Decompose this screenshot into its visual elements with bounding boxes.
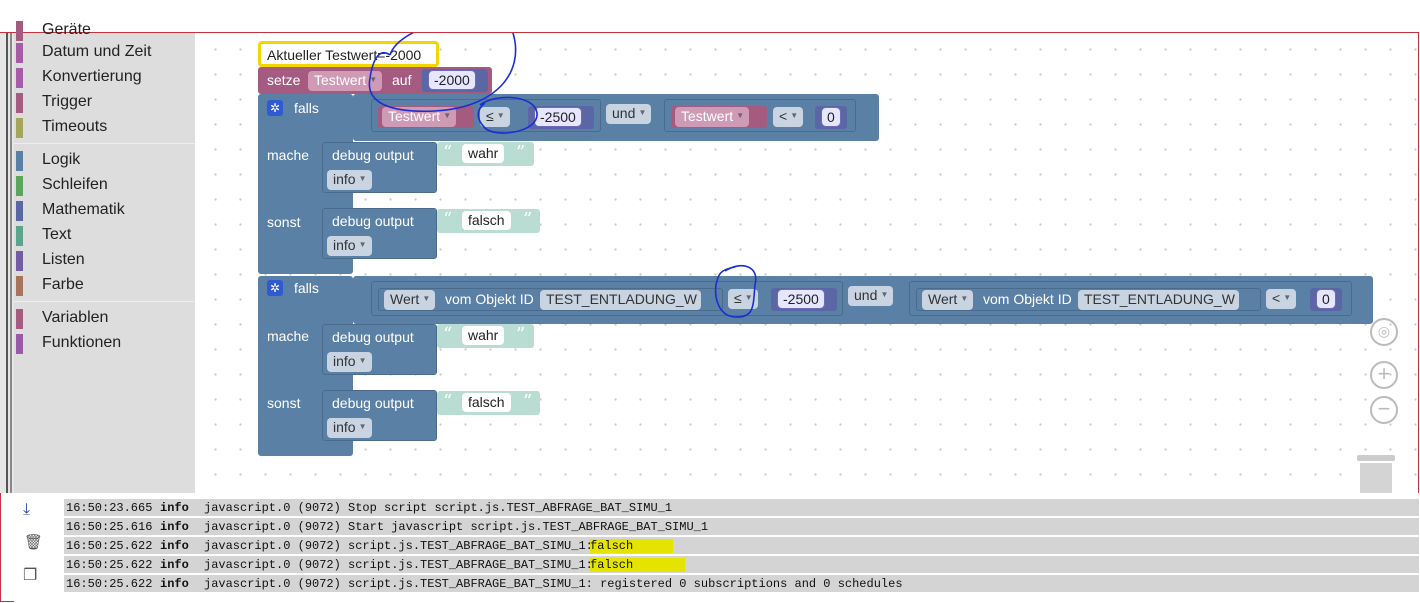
log-row: 16:50:25.622 info javascript.0 (9072) sc… [64, 556, 1419, 573]
toolbox-item-trigger[interactable]: Trigger [14, 92, 195, 114]
log-message: javascript.0 (9072) Start javascript scr… [204, 520, 709, 534]
toolbox-item-variablen[interactable]: Variablen [14, 308, 195, 330]
log-level: info [160, 577, 189, 591]
toolbox-item-text[interactable]: Text [14, 225, 195, 247]
log-panel: ⤓ 🗑 ❐ 16:50:23.665 info javascript.0 (90… [14, 493, 1419, 602]
log-message: javascript.0 (9072) Stop script script.j… [204, 501, 673, 515]
log-row: 16:50:25.616 info javascript.0 (9072) St… [64, 518, 1419, 535]
toolbox-separator [14, 143, 195, 144]
category-swatch [16, 68, 23, 88]
toolbox-item-listen[interactable]: Listen [14, 250, 195, 272]
toolbox-item-schleifen[interactable]: Schleifen [14, 175, 195, 197]
category-swatch [16, 309, 23, 329]
toolbox-item-konvertierung[interactable]: Konvertierung [14, 67, 195, 89]
toolbox-label: Mathematik [42, 201, 125, 218]
toolbox-item-logik[interactable]: Logik [14, 150, 195, 172]
category-swatch [16, 276, 23, 296]
toolbox-label: Funktionen [42, 334, 122, 351]
log-level: info [160, 539, 189, 553]
category-swatch [16, 118, 23, 138]
left-edge-bars [0, 33, 14, 493]
toolbox-label: Listen [42, 251, 85, 268]
log-row: 16:50:25.622 info javascript.0 (9072) sc… [64, 537, 1419, 554]
category-swatch [16, 151, 23, 171]
toolbox-item-geraete[interactable]: Geräte [14, 20, 195, 42]
log-message: javascript.0 (9072) script.js.TEST_ABFRA… [204, 558, 593, 572]
category-swatch [16, 176, 23, 196]
log-row: 16:50:23.665 info javascript.0 (9072) St… [64, 499, 1419, 516]
category-swatch [16, 251, 23, 271]
log-time: 16:50:25.622 [66, 558, 153, 572]
toolbox-label: Trigger [42, 93, 93, 110]
log-level: info [160, 558, 189, 572]
log-highlight: falsch [590, 558, 686, 572]
log-toolbar: ⤓ 🗑 ❐ [14, 493, 50, 602]
toolbox-item-mathematik[interactable]: Mathematik [14, 200, 195, 222]
blockly-toolbox: Geräte Datum und Zeit Konvertierung Trig… [14, 21, 195, 493]
log-highlight: falsch [590, 539, 674, 553]
toolbox-label: Text [42, 226, 72, 243]
log-row: 16:50:25.622 info javascript.0 (9072) sc… [64, 575, 1419, 592]
scroll-down-icon[interactable]: ⤓ [23, 501, 30, 519]
annotation-overlay [368, 33, 757, 318]
toolbox-label: Konvertierung [42, 68, 142, 85]
log-time: 16:50:25.616 [66, 520, 153, 534]
log-time: 16:50:25.622 [66, 539, 153, 553]
log-time: 16:50:25.622 [66, 577, 153, 591]
toolbox-item-funktionen[interactable]: Funktionen [14, 333, 195, 355]
toolbox-item-datum[interactable]: Datum und Zeit [14, 42, 195, 64]
blockly-workspace[interactable]: Aktueller Testwert=-2000 setze Testwert ▼… [195, 33, 1418, 493]
log-message: javascript.0 (9072) script.js.TEST_ABFRA… [204, 539, 593, 553]
category-swatch [16, 93, 23, 113]
log-level: info [160, 501, 189, 515]
log-level: info [160, 520, 189, 534]
category-swatch [16, 226, 23, 246]
annotation-circle [714, 264, 757, 318]
log-time: 16:50:23.665 [66, 501, 153, 515]
category-swatch [16, 21, 23, 41]
log-message: javascript.0 (9072) script.js.TEST_ABFRA… [204, 577, 903, 591]
toolbox-label: Schleifen [42, 176, 108, 193]
category-swatch [16, 334, 23, 354]
toolbox-label: Farbe [42, 276, 84, 293]
annotation-circle [477, 96, 538, 134]
toolbox-label: Timeouts [42, 118, 108, 135]
category-swatch [16, 43, 23, 63]
toolbox-item-farbe[interactable]: Farbe [14, 275, 195, 297]
toolbox-label: Geräte [42, 21, 91, 38]
toolbox-item-timeouts[interactable]: Timeouts [14, 117, 195, 139]
delete-log-icon[interactable]: 🗑 [24, 533, 43, 551]
toolbox-label: Variablen [42, 309, 109, 326]
category-swatch [16, 201, 23, 221]
toolbox-label: Logik [42, 151, 81, 168]
copy-icon[interactable]: ❐ [23, 565, 37, 585]
toolbox-label: Datum und Zeit [42, 43, 152, 60]
toolbox-separator [14, 301, 195, 302]
